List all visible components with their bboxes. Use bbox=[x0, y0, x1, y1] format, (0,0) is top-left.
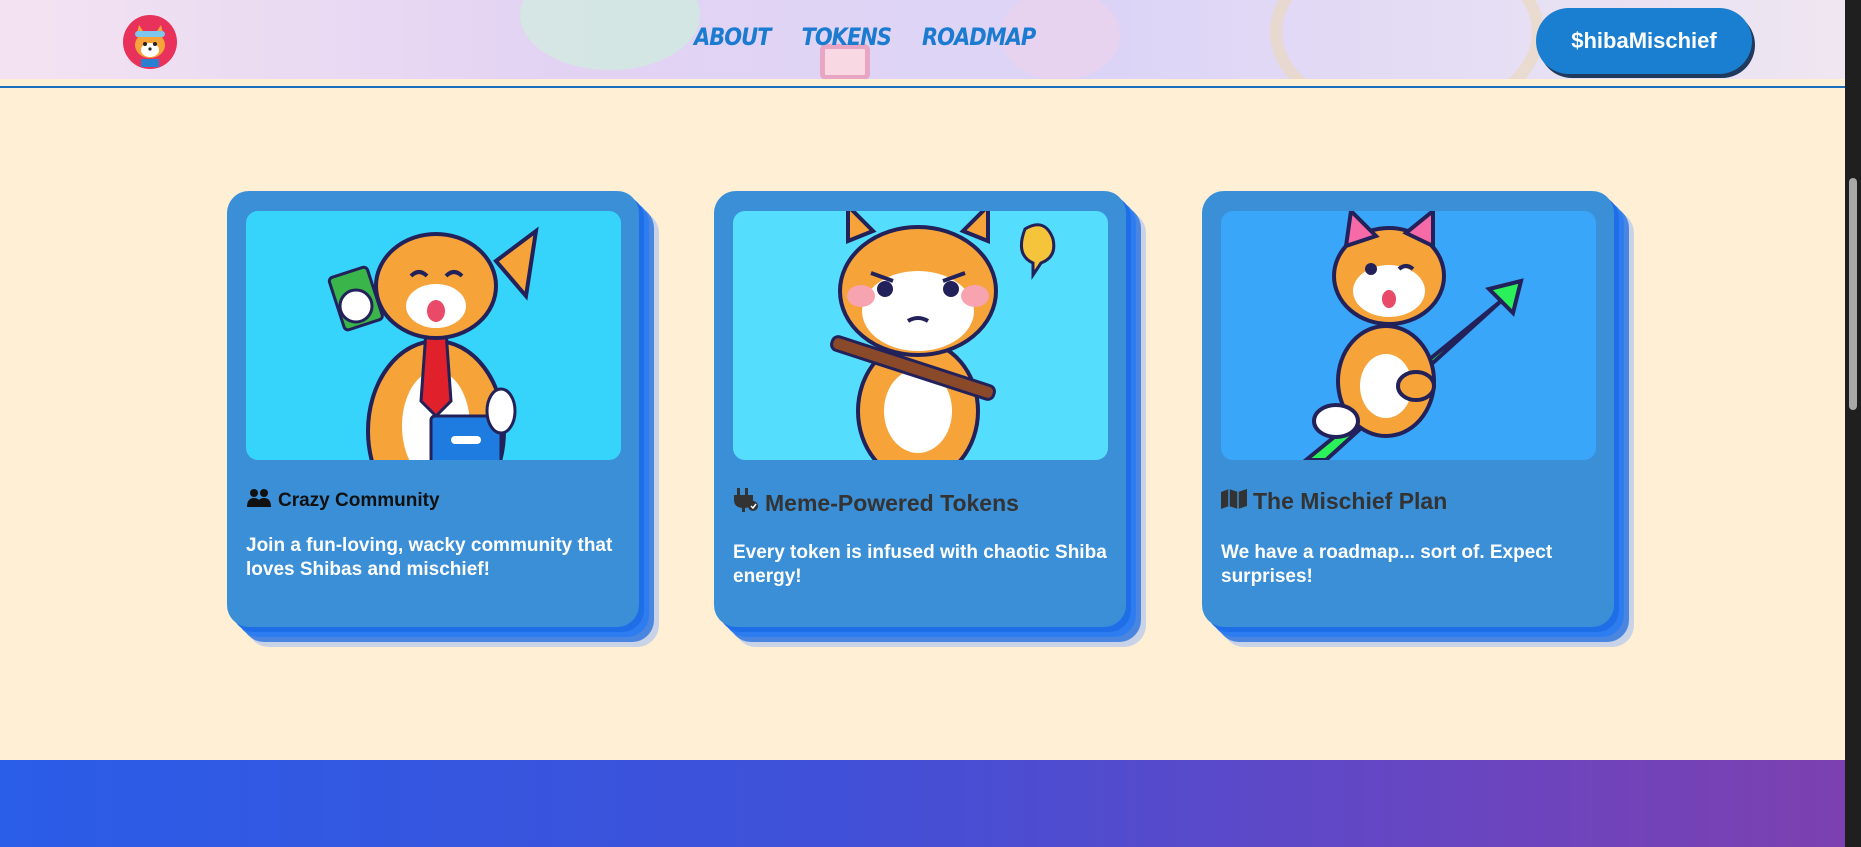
scrollbar-thumb[interactable] bbox=[1849, 178, 1857, 410]
shiba-rocket-illustration bbox=[1302, 211, 1524, 460]
card-title: Crazy Community bbox=[246, 488, 440, 514]
feature-card-community: Crazy Community Join a fun-loving, wacky… bbox=[227, 191, 659, 647]
nav-about[interactable]: ABOUT bbox=[694, 23, 771, 51]
card-title: The Mischief Plan bbox=[1221, 488, 1447, 515]
card-body: Crazy Community Join a fun-loving, wacky… bbox=[227, 191, 639, 627]
card-image bbox=[246, 211, 621, 460]
header-divider bbox=[0, 86, 1845, 88]
card-description: Every token is infused with chaotic Shib… bbox=[733, 542, 1107, 587]
main-nav: ABOUT TOKENS ROADMAP bbox=[694, 23, 1036, 51]
nav-roadmap[interactable]: ROADMAP bbox=[922, 23, 1036, 51]
next-section-band bbox=[0, 760, 1845, 847]
card-image bbox=[1221, 211, 1596, 460]
map-icon bbox=[1221, 488, 1247, 515]
card-body: The Mischief Plan We have a roadmap... s… bbox=[1202, 191, 1614, 627]
shiba-businessman-illustration bbox=[327, 226, 539, 460]
site-header: ABOUT TOKENS ROADMAP $hibaMischief bbox=[0, 0, 1845, 79]
scrollbar[interactable] bbox=[1845, 0, 1861, 847]
shiba-logo-icon bbox=[135, 25, 165, 67]
card-description: Join a fun-loving, wacky community that … bbox=[246, 535, 613, 580]
shiba-angry-illustration bbox=[830, 211, 1056, 460]
nav-tokens[interactable]: TOKENS bbox=[802, 23, 892, 51]
feature-card-roadmap: The Mischief Plan We have a roadmap... s… bbox=[1202, 191, 1634, 647]
card-description: We have a roadmap... sort of. Expect sur… bbox=[1221, 542, 1553, 587]
header-decoration bbox=[520, 0, 700, 70]
feature-card-tokens: Meme-Powered Tokens Every token is infus… bbox=[714, 191, 1146, 647]
shibamischief-button[interactable]: $hibaMischief bbox=[1536, 8, 1752, 74]
header-decoration bbox=[1270, 0, 1544, 79]
card-title: Meme-Powered Tokens bbox=[733, 488, 1019, 518]
card-body: Meme-Powered Tokens Every token is infus… bbox=[714, 191, 1126, 627]
users-icon bbox=[246, 488, 272, 514]
logo[interactable] bbox=[123, 15, 177, 69]
card-image bbox=[733, 211, 1108, 460]
header-gap bbox=[0, 79, 1845, 86]
plug-icon bbox=[733, 488, 759, 518]
